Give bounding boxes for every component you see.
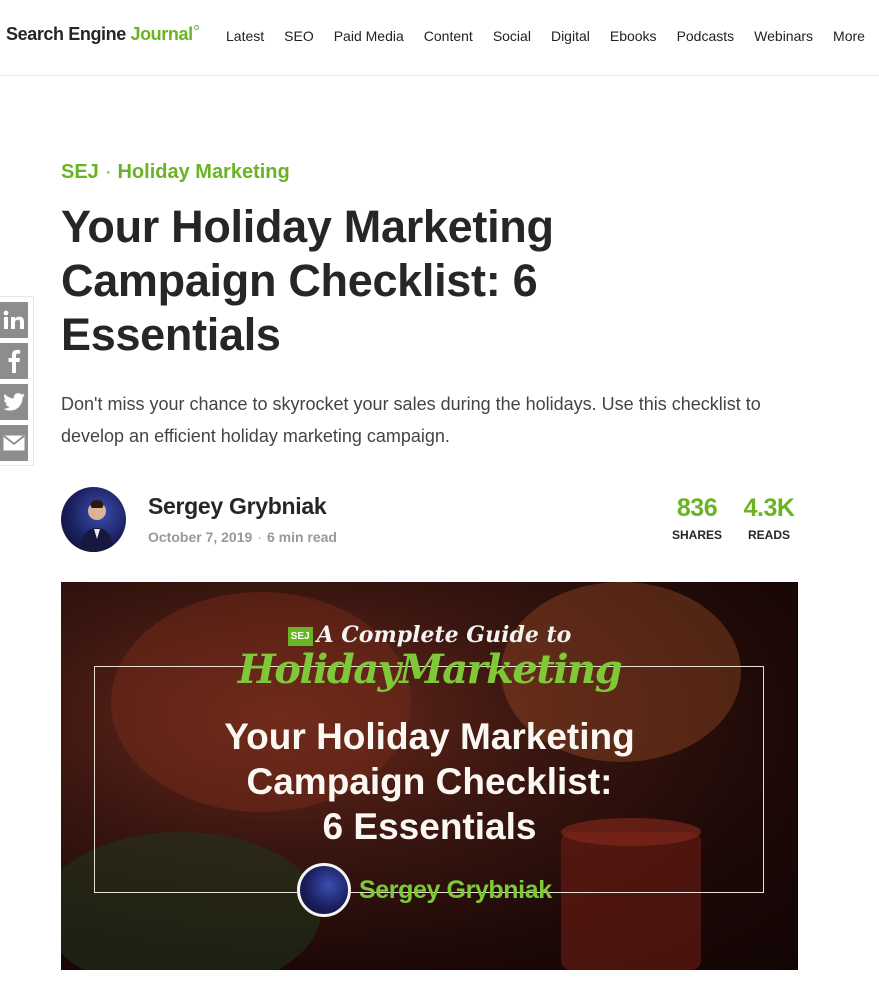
author-name-link[interactable]: Sergey Grybniak — [148, 493, 327, 520]
hero-kicker-text: A Complete Guide to — [316, 622, 572, 648]
hero-series-title: HolidayMarketing — [237, 646, 623, 693]
breadcrumb-category-link[interactable]: Holiday Marketing — [117, 161, 289, 183]
shares-stat: 836 SHARES — [668, 494, 726, 542]
reads-count: 4.3K — [743, 494, 795, 522]
meta-separator: · — [257, 529, 262, 545]
hero-author: Sergey Grybniak — [297, 863, 552, 917]
site-logo[interactable]: Search Engine Journal — [6, 24, 199, 45]
nav-item-content[interactable]: Content — [424, 28, 473, 44]
article-meta: October 7, 2019 · 6 min read — [148, 529, 337, 545]
author-photo-icon — [79, 500, 114, 552]
breadcrumb-site-link[interactable]: SEJ — [61, 161, 99, 183]
shares-count: 836 — [676, 494, 718, 522]
hero-author-name: Sergey Grybniak — [359, 875, 552, 904]
hero-author-avatar — [297, 863, 351, 917]
read-time: 6 min read — [266, 529, 337, 545]
nav-item-social[interactable]: Social — [493, 28, 531, 44]
share-twitter-button[interactable] — [0, 384, 28, 420]
hero-kicker: SEJ A Complete Guide to — [61, 622, 798, 648]
twitter-icon — [3, 393, 25, 411]
facebook-icon — [7, 349, 21, 373]
main-menu: Latest SEO Paid Media Content Social Dig… — [226, 28, 865, 44]
top-navigation: Search Engine Journal Latest SEO Paid Me… — [0, 0, 879, 76]
share-facebook-button[interactable] — [0, 343, 28, 379]
nav-item-webinars[interactable]: Webinars — [754, 28, 813, 44]
linkedin-icon — [3, 310, 25, 330]
share-bar — [0, 296, 34, 466]
reads-label: READS — [747, 528, 790, 542]
breadcrumb: SEJ · Holiday Marketing — [61, 161, 290, 184]
article-title: Your Holiday Marketing Campaign Checklis… — [61, 201, 554, 360]
nav-item-seo[interactable]: SEO — [284, 28, 314, 44]
publish-date: October 7, 2019 — [148, 529, 253, 545]
hero-image: SEJ A Complete Guide to HolidayMarketing … — [61, 582, 798, 970]
nav-item-ebooks[interactable]: Ebooks — [610, 28, 657, 44]
article-summary: Don't miss your chance to skyrocket your… — [61, 394, 761, 446]
breadcrumb-separator: · — [104, 161, 112, 183]
hero-headline: Your Holiday Marketing Campaign Checklis… — [224, 716, 635, 847]
email-icon — [3, 435, 25, 451]
shares-label: SHARES — [671, 528, 722, 542]
hero-sej-badge: SEJ — [287, 626, 313, 646]
reads-stat: 4.3K READS — [738, 494, 800, 542]
share-email-button[interactable] — [0, 425, 28, 461]
logo-mark-icon — [193, 25, 199, 30]
logo-text-main: Search Engine — [6, 24, 131, 44]
nav-item-latest[interactable]: Latest — [226, 28, 264, 44]
share-linkedin-button[interactable] — [0, 302, 28, 338]
nav-item-more[interactable]: More — [833, 28, 865, 44]
nav-item-paid-media[interactable]: Paid Media — [334, 28, 404, 44]
nav-item-podcasts[interactable]: Podcasts — [677, 28, 735, 44]
nav-item-digital[interactable]: Digital — [551, 28, 590, 44]
logo-text-accent: Journal — [130, 24, 193, 44]
author-avatar[interactable] — [61, 487, 126, 552]
